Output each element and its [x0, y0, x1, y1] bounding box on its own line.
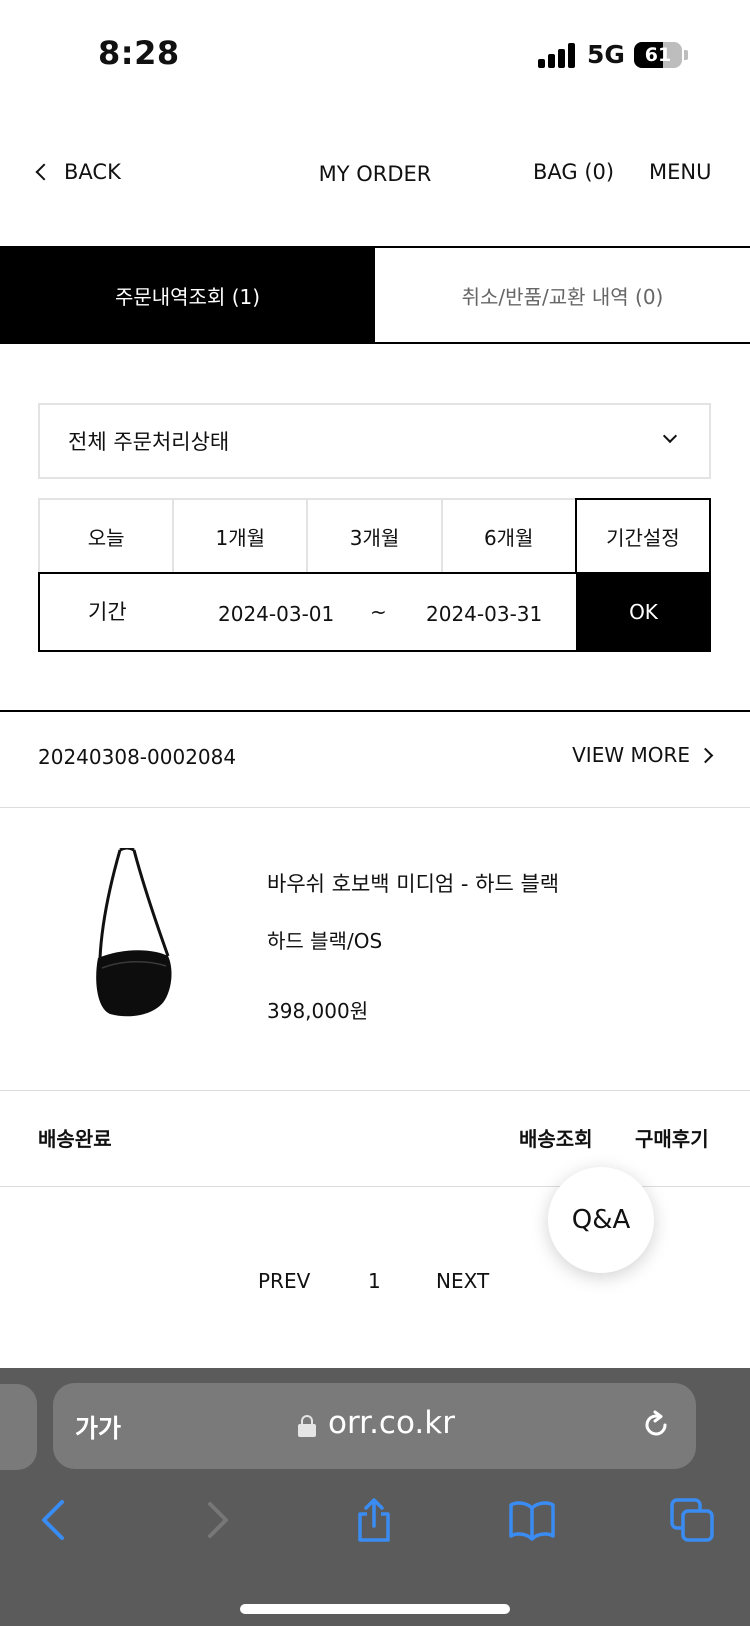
- battery-cap: [684, 50, 688, 60]
- status-bar: 8:28 5G 61: [0, 0, 750, 110]
- period-1month-button[interactable]: 1개월: [172, 498, 307, 574]
- period-today-button[interactable]: 오늘: [38, 498, 173, 574]
- share-icon[interactable]: [350, 1496, 398, 1544]
- product-image[interactable]: [92, 848, 178, 1020]
- period-buttons: 오늘 1개월 3개월 6개월 기간설정: [38, 498, 712, 574]
- lock-icon: [298, 1415, 316, 1437]
- order-number: 20240308-0002084: [38, 745, 237, 769]
- end-date-field[interactable]: 2024-03-31: [426, 602, 542, 626]
- forward-arrow-icon[interactable]: [194, 1496, 242, 1544]
- network-type: 5G: [587, 40, 625, 69]
- tab-cancel-return-exchange[interactable]: 취소/반품/교환 내역 (0): [375, 248, 750, 342]
- track-delivery-button[interactable]: 배송조회: [519, 1123, 593, 1152]
- order-tabs: 주문내역조회 (1) 취소/반품/교환 내역 (0): [0, 246, 750, 344]
- product-option: 하드 블랙/OS: [267, 929, 383, 953]
- ok-button[interactable]: OK: [576, 572, 711, 652]
- qa-button[interactable]: Q&A: [548, 1167, 654, 1273]
- address-bar[interactable]: 가가 orr.co.kr: [53, 1383, 696, 1469]
- signal-icon: [538, 42, 576, 68]
- bag-link[interactable]: BAG (0): [533, 160, 614, 184]
- view-more-label: VIEW MORE: [572, 743, 690, 767]
- battery-level: 61: [644, 44, 672, 66]
- period-custom-button[interactable]: 기간설정: [574, 498, 712, 574]
- divider: [0, 1090, 750, 1091]
- write-review-button[interactable]: 구매후기: [635, 1123, 709, 1152]
- chevron-down-icon: [662, 428, 678, 444]
- battery-icon: 61: [634, 42, 682, 68]
- chevron-right-icon: [697, 747, 714, 763]
- text-size-button[interactable]: 가가: [75, 1409, 121, 1445]
- divider: [0, 807, 750, 808]
- header: BACK MY ORDER BAG (0) MENU: [0, 150, 750, 210]
- reload-icon[interactable]: [641, 1410, 671, 1440]
- browser-toolbar: 가가 orr.co.kr: [0, 1368, 750, 1626]
- back-arrow-icon[interactable]: [30, 1496, 78, 1544]
- period-6month-button[interactable]: 6개월: [440, 498, 575, 574]
- page-title: MY ORDER: [318, 162, 432, 186]
- date-range: 기간 2024-03-01 ~ 2024-03-31 OK: [38, 572, 711, 652]
- order-status-value: 전체 주문처리상태: [68, 430, 230, 454]
- date-separator: ~: [370, 600, 387, 624]
- date-label: 기간: [88, 600, 127, 624]
- status-time: 8:28: [98, 34, 180, 72]
- period-3month-button[interactable]: 3개월: [306, 498, 441, 574]
- bookmarks-icon[interactable]: [508, 1496, 556, 1544]
- view-more-link[interactable]: VIEW MORE: [572, 743, 714, 767]
- tabs-icon[interactable]: [668, 1496, 716, 1544]
- divider: [0, 710, 750, 712]
- previous-tab[interactable]: [0, 1384, 37, 1470]
- prev-page-button[interactable]: PREV: [258, 1269, 310, 1293]
- order-status-select[interactable]: 전체 주문처리상태: [38, 403, 711, 479]
- delivery-status: 배송완료: [38, 1127, 112, 1151]
- product-price: 398,000원: [267, 999, 369, 1023]
- product-name[interactable]: 바우쉬 호보백 미디엄 - 하드 블랙: [267, 868, 559, 898]
- home-indicator: [240, 1604, 510, 1614]
- next-page-button[interactable]: NEXT: [436, 1269, 489, 1293]
- start-date-field[interactable]: 2024-03-01: [218, 602, 334, 626]
- tab-order-history[interactable]: 주문내역조회 (1): [0, 248, 375, 342]
- url-text[interactable]: orr.co.kr: [328, 1405, 455, 1441]
- page-number[interactable]: 1: [368, 1269, 381, 1293]
- menu-link[interactable]: MENU: [649, 160, 711, 184]
